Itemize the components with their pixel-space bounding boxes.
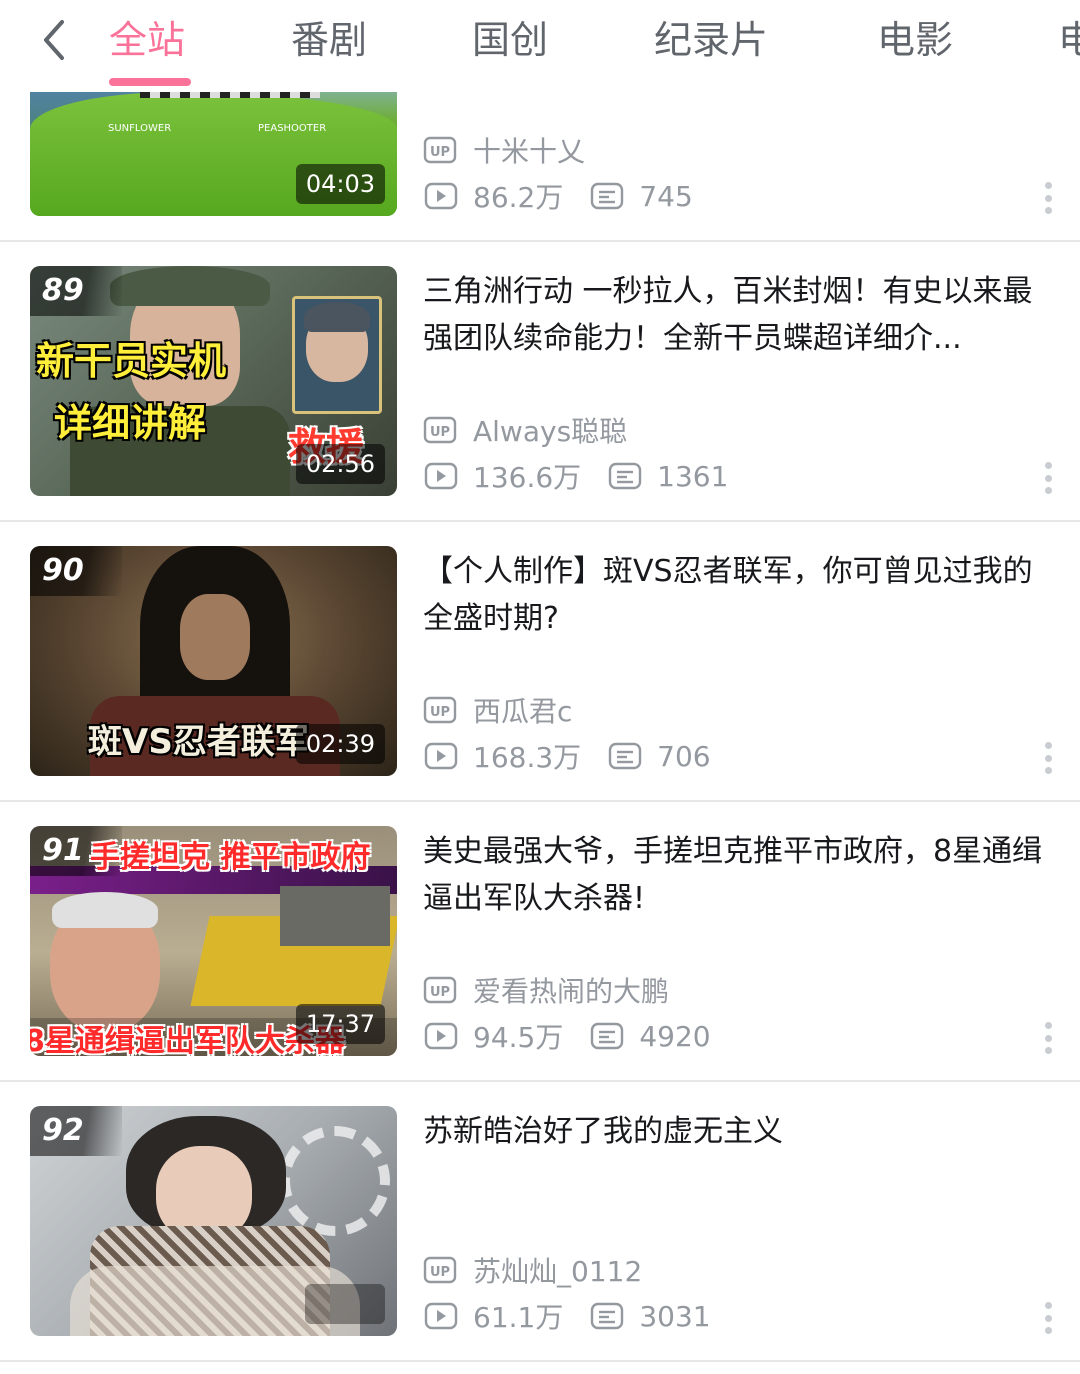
- more-vertical-icon[interactable]: [1036, 178, 1060, 218]
- view-count: 61.1万: [473, 1301, 564, 1334]
- tab-bangumi[interactable]: 番剧: [291, 12, 367, 72]
- uploader-line[interactable]: UP 爱看热闹的大鹏: [423, 970, 669, 1010]
- rank-badge: 90: [30, 546, 122, 596]
- video-list-item[interactable]: 91 手搓坦克 推平市政府 8星通缉逼出军队大杀器 17:37 美史最强大爷，手…: [0, 802, 1080, 1082]
- uploader-name: Always聪聪: [473, 415, 628, 448]
- ranking-video-list: SUNFLOWER PEASHOOTER 04:03 UP 十米十乂 86.2万…: [0, 0, 1080, 1374]
- tab-documentary[interactable]: 纪录片: [654, 12, 768, 72]
- video-title[interactable]: 美史最强大爷，手搓坦克推平市政府，8星通缉逼出军队大杀器!: [423, 828, 1053, 922]
- danmaku-count-icon: [589, 1301, 625, 1331]
- thumbnail-caption: PEASHOOTER: [258, 123, 327, 134]
- danmaku-count-icon: [607, 741, 643, 771]
- danmaku-count-icon: [589, 1021, 625, 1051]
- play-count-icon: [423, 1021, 459, 1051]
- uploader-line[interactable]: UP 十米十乂: [423, 130, 585, 170]
- thumbnail-caption: 斑VS忍者联军: [88, 722, 309, 762]
- video-thumbnail[interactable]: 92: [30, 1106, 397, 1336]
- back-button[interactable]: [32, 14, 76, 66]
- up-badge-icon: UP: [423, 135, 459, 165]
- video-thumbnail[interactable]: 89 新干员实机 详细讲解 救援 02:56: [30, 266, 397, 496]
- tab-guochuang[interactable]: 国创: [472, 12, 548, 72]
- video-list-item[interactable]: 89 新干员实机 详细讲解 救援 02:56 三角洲行动 一秒拉人，百米封烟！有…: [0, 242, 1080, 522]
- video-title[interactable]: 苏新皓治好了我的虚无主义: [423, 1108, 1053, 1155]
- uploader-line[interactable]: UP 苏灿灿_0112: [423, 1250, 642, 1290]
- thumbnail-caption: 详细讲解: [54, 401, 207, 445]
- up-badge-icon: UP: [423, 975, 459, 1005]
- danmaku-count-icon: [607, 461, 643, 491]
- svg-text:UP: UP: [430, 1265, 450, 1280]
- danmaku-count: 745: [639, 179, 693, 213]
- uploader-line[interactable]: UP 西瓜君c: [423, 690, 572, 730]
- thumbnail-caption: 手搓坦克 推平市政府: [90, 840, 371, 875]
- danmaku-count-icon: [589, 181, 625, 211]
- view-count: 86.2万: [473, 181, 564, 214]
- more-vertical-icon[interactable]: [1036, 458, 1060, 498]
- uploader-name: 西瓜君c: [473, 695, 573, 728]
- video-thumbnail[interactable]: 91 手搓坦克 推平市政府 8星通缉逼出军队大杀器 17:37: [30, 826, 397, 1056]
- svg-text:UP: UP: [430, 145, 450, 160]
- tab-all[interactable]: 全站: [109, 12, 185, 72]
- danmaku-count: 706: [657, 739, 711, 773]
- svg-text:UP: UP: [430, 705, 450, 720]
- danmaku-count: 4920: [639, 1019, 711, 1053]
- video-title[interactable]: 三角洲行动 一秒拉人，百米封烟！有史以来最强团队续命能力！全新干员蝶超详细介..…: [423, 268, 1053, 362]
- up-badge-icon: UP: [423, 695, 459, 725]
- chevron-left-icon: [44, 20, 64, 60]
- active-tab-indicator: [109, 78, 191, 86]
- view-count: 168.3万: [473, 741, 582, 774]
- uploader-name: 苏灿灿_0112: [473, 1255, 643, 1288]
- more-vertical-icon[interactable]: [1036, 1298, 1060, 1338]
- video-thumbnail[interactable]: 90 斑VS忍者联军 02:39: [30, 546, 397, 776]
- uploader-line[interactable]: UP Always聪聪: [423, 410, 627, 450]
- stats-line: 61.1万 3031: [423, 1296, 711, 1336]
- danmaku-count: 1361: [657, 459, 729, 493]
- stats-line: 136.6万 1361: [423, 456, 728, 496]
- svg-text:UP: UP: [430, 985, 450, 1000]
- stats-line: 86.2万 745: [423, 176, 693, 216]
- video-duration: 02:56: [295, 444, 385, 484]
- stats-line: 94.5万 4920: [423, 1016, 711, 1056]
- play-count-icon: [423, 461, 459, 491]
- view-count: 94.5万: [473, 1021, 564, 1054]
- up-badge-icon: UP: [423, 1255, 459, 1285]
- play-count-icon: [423, 741, 459, 771]
- tab-tv[interactable]: 电: [1058, 12, 1080, 72]
- video-list-item[interactable]: 90 斑VS忍者联军 02:39 【个人制作】斑VS忍者联军，你可曾见过我的全盛…: [0, 522, 1080, 802]
- view-count: 136.6万: [473, 461, 582, 494]
- danmaku-count: 3031: [639, 1299, 711, 1333]
- video-duration: 17:37: [295, 1004, 385, 1044]
- video-title[interactable]: 【个人制作】斑VS忍者联军，你可曾见过我的全盛时期?: [423, 548, 1053, 642]
- video-list-item[interactable]: 92 苏新皓治好了我的虚无主义 UP 苏灿灿_0112 61.1万 3031: [0, 1082, 1080, 1362]
- rank-badge: 92: [30, 1106, 122, 1156]
- stats-line: 168.3万 706: [423, 736, 711, 776]
- rank-badge: 89: [30, 266, 122, 316]
- uploader-name: 爱看热闹的大鹏: [473, 975, 670, 1008]
- video-duration: 04:03: [295, 164, 385, 204]
- more-vertical-icon[interactable]: [1036, 1018, 1060, 1058]
- more-vertical-icon[interactable]: [1036, 738, 1060, 778]
- video-duration: 02:39: [295, 724, 385, 764]
- tab-movie[interactable]: 电影: [877, 12, 953, 72]
- play-count-icon: [423, 1301, 459, 1331]
- category-tab-bar: 全站 番剧 国创 纪录片 电影 电: [0, 0, 1080, 92]
- uploader-name: 十米十乂: [473, 135, 586, 168]
- svg-text:UP: UP: [430, 425, 450, 440]
- thumbnail-caption: 新干员实机: [36, 339, 227, 383]
- thumbnail-caption: SUNFLOWER: [108, 123, 172, 134]
- up-badge-icon: UP: [423, 415, 459, 445]
- play-count-icon: [423, 181, 459, 211]
